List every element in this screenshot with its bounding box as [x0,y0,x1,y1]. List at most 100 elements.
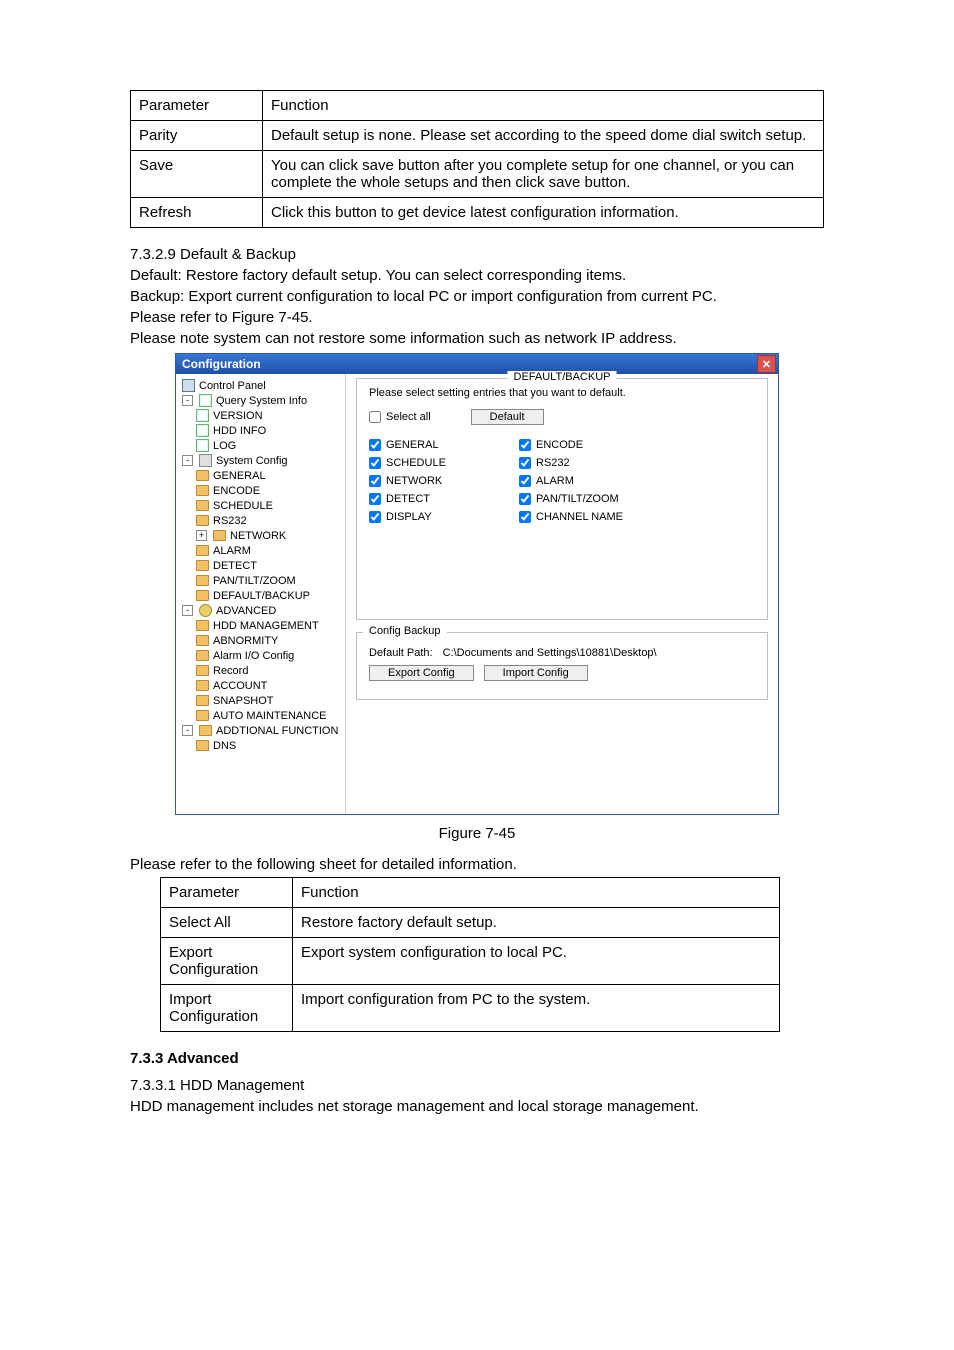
folder-icon [196,545,209,556]
tree-item-abnormity[interactable]: ABNORMITY [178,633,343,648]
window-title: Configuration [182,357,261,371]
tree-item-encode[interactable]: ENCODE [178,483,343,498]
table-row: Parity Default setup is none. Please set… [131,121,824,151]
check-schedule[interactable]: SCHEDULE [369,457,519,469]
table-row: Parameter Function [161,878,780,908]
tree-item-log[interactable]: LOG [178,438,343,453]
page-icon [196,424,209,437]
tree-item-rs232[interactable]: RS232 [178,513,343,528]
configuration-window: Configuration ✕ Control Panel -Query Sys… [175,353,779,815]
tree-item-system-config[interactable]: -System Config [178,453,343,468]
tree-item-detect[interactable]: DETECT [178,558,343,573]
check-ptz[interactable]: PAN/TILT/ZOOM [519,493,699,505]
folder-icon [196,500,209,511]
main-panel: DEFAULT/BACKUP Please select setting ent… [346,374,778,814]
cell: Refresh [131,198,263,228]
cell: Save [131,151,263,198]
check-detect[interactable]: DETECT [369,493,519,505]
nav-tree: Control Panel -Query System Info VERSION… [176,374,346,814]
check-alarm[interactable]: ALARM [519,475,699,487]
tree-item-schedule[interactable]: SCHEDULE [178,498,343,513]
folder-icon [213,530,226,541]
paragraph: Please refer to Figure 7-45. [130,309,824,326]
close-icon: ✕ [762,358,771,371]
default-path-label: Default Path: [369,647,433,659]
paragraph: Please note system can not restore some … [130,330,824,347]
import-config-button[interactable]: Import Config [484,665,588,681]
tree-item-network[interactable]: +NETWORK [178,528,343,543]
table-row: Import Configuration Import configuratio… [161,985,780,1032]
folder-icon [196,620,209,631]
paragraph: Default: Restore factory default setup. … [130,267,824,284]
collapse-icon[interactable]: - [182,395,193,406]
cell: Default setup is none. Please set accord… [263,121,824,151]
folder-icon [199,725,212,736]
cell: Export system configuration to local PC. [293,938,780,985]
close-button[interactable]: ✕ [757,355,776,373]
folder-icon [196,650,209,661]
check-rs232[interactable]: RS232 [519,457,699,469]
export-config-button[interactable]: Export Config [369,665,474,681]
paragraph: Please refer to the following sheet for … [130,856,824,873]
default-button[interactable]: Default [471,409,544,425]
folder-icon [196,680,209,691]
cell: You can click save button after you comp… [263,151,824,198]
check-network[interactable]: NETWORK [369,475,519,487]
check-display[interactable]: DISPLAY [369,511,519,523]
tree-item-hdd-mgmt[interactable]: HDD MANAGEMENT [178,618,343,633]
tree-item-version[interactable]: VERSION [178,408,343,423]
tree-item-alarm-io[interactable]: Alarm I/O Config [178,648,343,663]
cell: Export Configuration [161,938,293,985]
default-path-value: C:\Documents and Settings\10881\Desktop\ [443,647,657,659]
tree-item-advanced[interactable]: -ADVANCED [178,603,343,618]
folder-icon [196,470,209,481]
check-channel-name[interactable]: CHANNEL NAME [519,511,699,523]
tree-item-snapshot[interactable]: SNAPSHOT [178,693,343,708]
header-function: Function [263,91,824,121]
table-row: Save You can click save button after you… [131,151,824,198]
tree-item-query[interactable]: -Query System Info [178,393,343,408]
table-row: Refresh Click this button to get device … [131,198,824,228]
tree-item-alarm[interactable]: ALARM [178,543,343,558]
parameter-table-1: Parameter Function Parity Default setup … [130,90,824,228]
paragraph: HDD management includes net storage mana… [130,1098,824,1115]
check-encode[interactable]: ENCODE [519,439,699,451]
table-row: Select All Restore factory default setup… [161,908,780,938]
tree-item-account[interactable]: ACCOUNT [178,678,343,693]
heading-7-3-3-1: 7.3.3.1 HDD Management [130,1077,824,1094]
legend-config-backup: Config Backup [363,625,447,637]
figure-caption: Figure 7-45 [130,825,824,842]
folder-icon [196,590,209,601]
check-general[interactable]: GENERAL [369,439,519,451]
table-row: Export Configuration Export system confi… [161,938,780,985]
tree-item-dns[interactable]: DNS [178,738,343,753]
instruction-text: Please select setting entries that you w… [369,387,755,399]
folder-icon [196,710,209,721]
header-parameter: Parameter [161,878,293,908]
page-icon [199,394,212,407]
header-function: Function [293,878,780,908]
tree-item-default-backup[interactable]: DEFAULT/BACKUP [178,588,343,603]
tree-item-record[interactable]: Record [178,663,343,678]
select-all-checkbox[interactable]: Select all [369,411,431,423]
tree-item-auto-maint[interactable]: AUTO MAINTENANCE [178,708,343,723]
expand-icon[interactable]: + [196,530,207,541]
tree-item-hdd-info[interactable]: HDD INFO [178,423,343,438]
folder-icon [196,515,209,526]
tree-item-ptz[interactable]: PAN/TILT/ZOOM [178,573,343,588]
collapse-icon[interactable]: - [182,605,193,616]
cell: Click this button to get device latest c… [263,198,824,228]
collapse-icon[interactable]: - [182,725,193,736]
cell: Restore factory default setup. [293,908,780,938]
page-icon [196,439,209,452]
heading-7-3-3: 7.3.3 Advanced [130,1050,824,1067]
tree-item-addtional[interactable]: -ADDTIONAL FUNCTION [178,723,343,738]
legend-default-backup: DEFAULT/BACKUP [508,371,617,383]
page-icon [196,409,209,422]
table-row: Parameter Function [131,91,824,121]
collapse-icon[interactable]: - [182,455,193,466]
tree-item-general[interactable]: GENERAL [178,468,343,483]
paragraph: Backup: Export current configuration to … [130,288,824,305]
tree-item-control-panel[interactable]: Control Panel [178,378,343,393]
gear-icon [199,604,212,617]
